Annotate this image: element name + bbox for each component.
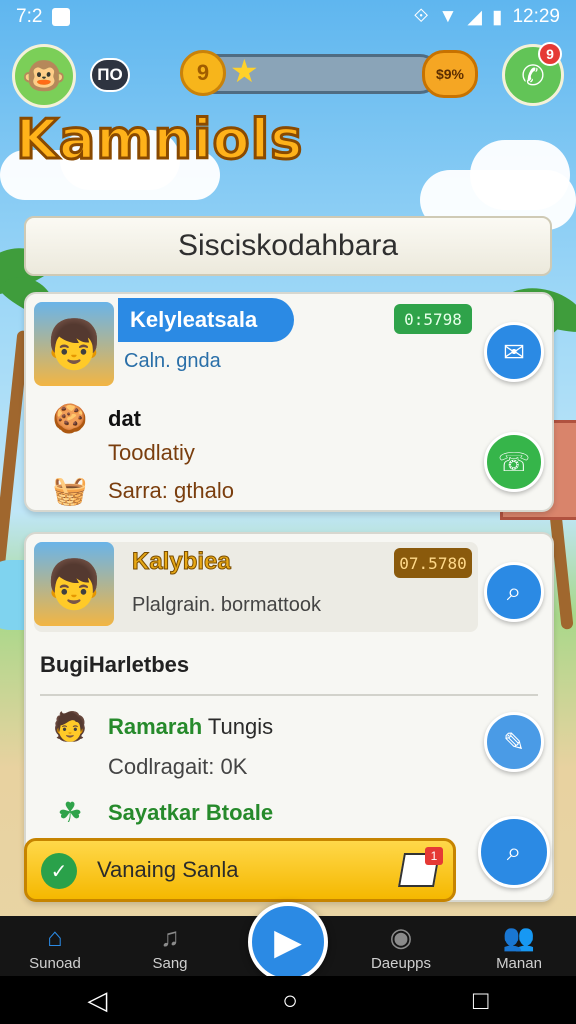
play-button[interactable]: ▶ [248, 902, 328, 982]
search-button[interactable]: ⌕ [484, 562, 544, 622]
wifi-icon: ▼ [438, 6, 458, 27]
home-icon: ⌂ [47, 922, 63, 952]
coin-icon: 9 [180, 50, 226, 96]
list-item: 🧺 Sarra: gthalo [48, 474, 234, 507]
player-subtitle: Plalgrain. bormattook [132, 594, 321, 616]
back-icon[interactable]: ◁ [87, 985, 107, 1016]
battery-icon: ▮ [491, 6, 503, 28]
list-item: 🍪 dat [48, 402, 141, 435]
nav-daeupps[interactable]: ◉ Daeupps [346, 922, 456, 972]
list-item: Toodlatiy [108, 440, 195, 465]
edit-button[interactable]: ✎ [484, 712, 544, 772]
level-pill: ΠΟ [90, 58, 130, 92]
message-button[interactable]: ✉ [484, 322, 544, 382]
flag-badge: 1 [425, 847, 443, 865]
player-portrait-icon: 👦 [34, 302, 114, 386]
data-saver-icon: ⟐ [413, 6, 429, 27]
player-subtitle: Caln. gnda [124, 350, 221, 372]
clock-left: 7:2 [16, 6, 43, 27]
player-card-1[interactable]: 👦 Kelyleatsala Caln. gnda 0:5798 ✉ 🍪 dat… [24, 292, 554, 512]
notification-badge: 9 [538, 42, 562, 66]
headphones-icon: ♫ [160, 922, 180, 952]
circle-icon: ◉ [389, 922, 413, 952]
nav-home[interactable]: ⌂ Sunoad [0, 922, 110, 972]
timer-chip: 0:5798 [394, 304, 472, 334]
player-name: Kelyleatsala [118, 298, 294, 342]
player-name: Kalybiea [132, 548, 232, 576]
recents-icon[interactable]: □ [473, 985, 489, 1016]
player-avatar[interactable]: 🐵 [12, 44, 76, 108]
list-item: 🧑 Ramarah Tungis [48, 710, 274, 743]
leaf-icon: ☘ [57, 797, 83, 828]
status-bar: 7:2 ⟐ ▼ ◢ ▮ 12:29 [0, 0, 576, 34]
star-icon: ★ [230, 53, 259, 89]
list-item: Codlragait: 0K [108, 754, 248, 779]
top-bar: 🐵 ΠΟ 9 ★ $9% ✆ 9 [0, 40, 576, 116]
person-icon: 🧑 [52, 711, 88, 742]
nav-manan[interactable]: 👥 Manan [464, 922, 574, 972]
player-portrait-icon: 👦 [34, 542, 114, 626]
search-big-button[interactable]: ⌕ [478, 816, 550, 888]
divider [40, 694, 538, 696]
list-item: ☘ Sayatkar Btoale [48, 796, 273, 829]
section-header: Sisciskodahbara [24, 216, 552, 276]
check-icon: ✓ [41, 853, 77, 889]
timer-chip: 07.5780 [394, 548, 472, 578]
signal-icon: ◢ [467, 6, 482, 28]
system-nav: ◁ ○ □ [0, 976, 576, 1024]
home-circle-icon[interactable]: ○ [282, 985, 298, 1016]
xp-progress-bar [190, 54, 440, 94]
basket-icon: 🧺 [52, 475, 88, 506]
xp-badge[interactable]: $9% [422, 50, 478, 98]
section-label: BugiHarletbes [40, 652, 190, 677]
game-title: Kamniols [14, 107, 304, 173]
chat-button[interactable]: ☏ [484, 432, 544, 492]
notification-icon [52, 8, 71, 26]
claim-label: Vanaing Sanla [97, 857, 239, 882]
claim-button[interactable]: ✓ Vanaing Sanla 1 [24, 838, 456, 902]
crumpled-paper-icon: 🍪 [52, 403, 88, 434]
nav-sang[interactable]: ♫ Sang [115, 922, 225, 972]
clock-right: 12:29 [512, 6, 560, 27]
people-icon: 👥 [502, 922, 536, 952]
